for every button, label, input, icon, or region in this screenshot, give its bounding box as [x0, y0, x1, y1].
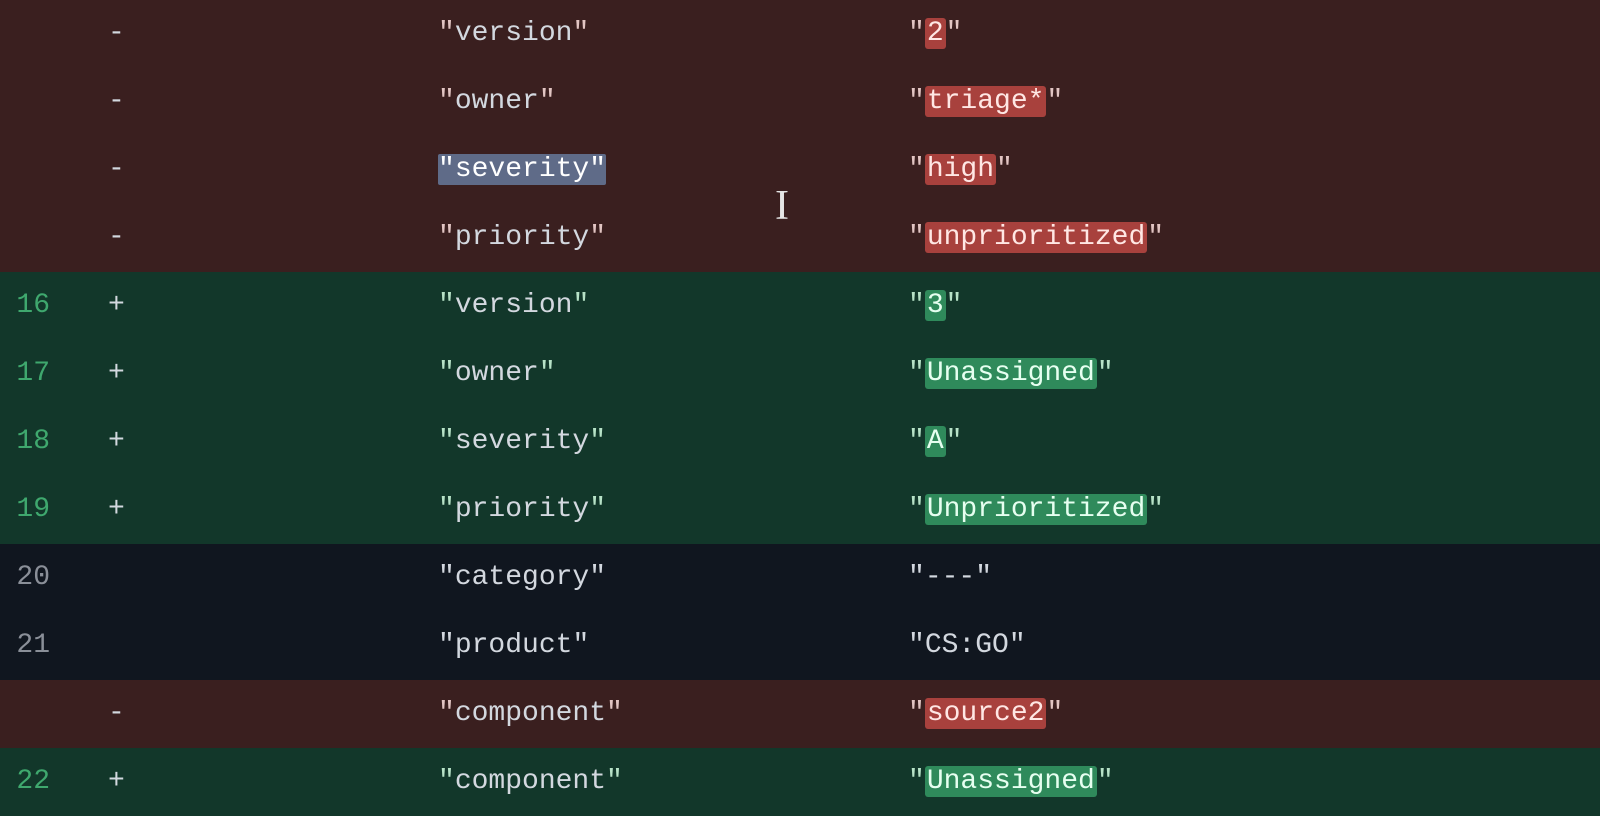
diff-sign: - — [64, 68, 128, 136]
diff-value: "A" — [908, 408, 1600, 476]
diff-key: "owner" — [128, 340, 908, 408]
diff-key: "version" — [128, 0, 908, 68]
line-number: 19 — [0, 476, 64, 544]
diff-line[interactable]: 18+"severity""A" — [0, 408, 1600, 476]
diff-key: "version" — [128, 272, 908, 340]
diff-sign: + — [64, 272, 128, 340]
diff-sign: - — [64, 136, 128, 204]
diff-key: "product" — [128, 612, 908, 680]
diff-value: "source2" — [908, 680, 1600, 748]
line-number: 18 — [0, 408, 64, 476]
diff-value: "Unassigned" — [908, 748, 1600, 816]
diff-key: "priority" — [128, 476, 908, 544]
diff-line[interactable]: 16+"version""3" — [0, 272, 1600, 340]
diff-sign: + — [64, 748, 128, 816]
diff-view[interactable]: -"version""2"-"owner""triage*"-"severity… — [0, 0, 1600, 816]
diff-key: "owner" — [128, 68, 908, 136]
diff-sign — [64, 612, 128, 680]
diff-line[interactable]: -"severity""high" — [0, 136, 1600, 204]
diff-value: "Unassigned" — [908, 340, 1600, 408]
diff-value: "2" — [908, 0, 1600, 68]
diff-key: "severity" — [128, 408, 908, 476]
diff-line[interactable]: 19+"priority""Unprioritized" — [0, 476, 1600, 544]
diff-key: "component" — [128, 748, 908, 816]
diff-line[interactable]: -"priority""unprioritized" — [0, 204, 1600, 272]
diff-value: "Unprioritized" — [908, 476, 1600, 544]
diff-line[interactable]: 17+"owner""Unassigned" — [0, 340, 1600, 408]
diff-key: "priority" — [128, 204, 908, 272]
line-number: 20 — [0, 544, 64, 612]
line-number: 16 — [0, 272, 64, 340]
line-number: 21 — [0, 612, 64, 680]
diff-sign — [64, 544, 128, 612]
diff-key: "category" — [128, 544, 908, 612]
line-number: 17 — [0, 340, 64, 408]
diff-key: "component" — [128, 680, 908, 748]
diff-line[interactable]: 20 "category""---" — [0, 544, 1600, 612]
diff-value: "unprioritized" — [908, 204, 1600, 272]
diff-line[interactable]: -"version""2" — [0, 0, 1600, 68]
diff-sign: + — [64, 476, 128, 544]
diff-line[interactable]: -"component""source2" — [0, 680, 1600, 748]
diff-value: "triage*" — [908, 68, 1600, 136]
diff-value: "high" — [908, 136, 1600, 204]
diff-value: "3" — [908, 272, 1600, 340]
diff-line[interactable]: -"owner""triage*" — [0, 68, 1600, 136]
diff-sign: + — [64, 340, 128, 408]
diff-line[interactable]: 21 "product""CS:GO" — [0, 612, 1600, 680]
diff-sign: - — [64, 0, 128, 68]
diff-value: "---" — [908, 544, 1600, 612]
diff-key: "severity" — [128, 136, 908, 204]
diff-sign: - — [64, 680, 128, 748]
line-number: 22 — [0, 748, 64, 816]
diff-line[interactable]: 22+"component""Unassigned" — [0, 748, 1600, 816]
diff-value: "CS:GO" — [908, 612, 1600, 680]
diff-sign: + — [64, 408, 128, 476]
diff-sign: - — [64, 204, 128, 272]
